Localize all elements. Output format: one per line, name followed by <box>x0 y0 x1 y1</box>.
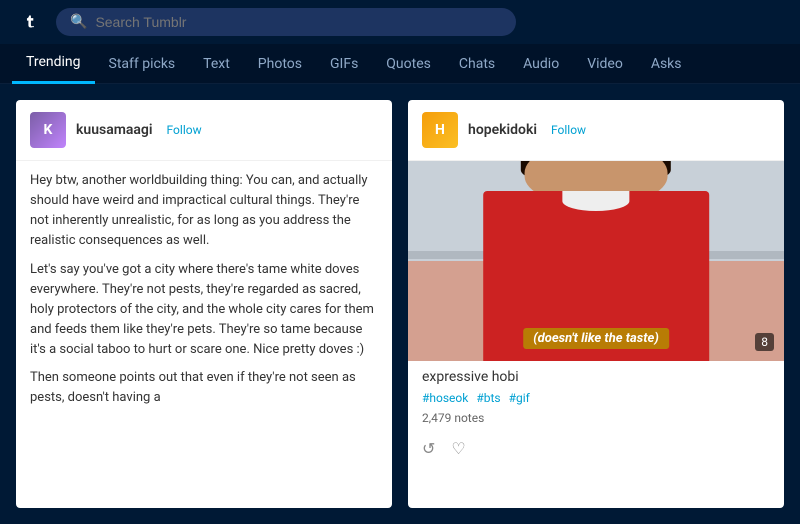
nav-item-gifs[interactable]: GIFs <box>316 44 372 84</box>
avatar-hopekidoki: H <box>422 112 458 148</box>
nav-item-trending[interactable]: Trending <box>12 44 95 84</box>
tag-bts[interactable]: #bts <box>476 391 500 405</box>
tumblr-logo[interactable] <box>16 8 44 36</box>
post-paragraph-2: Let's say you've got a city where there'… <box>30 260 378 361</box>
content-area: K kuusamaagi Follow Hey btw, another wor… <box>0 84 800 524</box>
card-header-right: H hopekidoki Follow <box>408 100 784 161</box>
username-left[interactable]: kuusamaagi <box>76 122 153 138</box>
card-header-left: K kuusamaagi Follow <box>16 100 392 161</box>
nav-item-text[interactable]: Text <box>189 44 244 84</box>
post-card-left: K kuusamaagi Follow Hey btw, another wor… <box>16 100 392 508</box>
post-paragraph-3: Then someone points out that even if the… <box>30 368 378 408</box>
tags-container: #hoseok #bts #gif <box>422 391 770 405</box>
post-title-right: expressive hobi <box>422 369 770 385</box>
nav-bar: Trending Staff picks Text Photos GIFs Qu… <box>0 44 800 84</box>
post-card-right: H hopekidoki Follow (doesn't like the ta… <box>408 100 784 508</box>
nav-item-asks[interactable]: Asks <box>637 44 696 84</box>
avatar-kuusamaagi: K <box>30 112 66 148</box>
card-actions-right: ↺ ♡ <box>408 435 784 468</box>
like-button[interactable]: ♡ <box>451 439 465 458</box>
search-bar[interactable]: 🔍 <box>56 8 516 36</box>
post-image-right: (doesn't like the taste) 8 <box>408 161 784 361</box>
search-icon: 🔍 <box>70 14 87 30</box>
nav-item-quotes[interactable]: Quotes <box>372 44 445 84</box>
search-input[interactable] <box>95 14 502 30</box>
nav-item-audio[interactable]: Audio <box>509 44 573 84</box>
nav-item-staffpicks[interactable]: Staff picks <box>95 44 190 84</box>
image-caption: (doesn't like the taste) <box>523 328 669 349</box>
tag-hoseok[interactable]: #hoseok <box>422 391 468 405</box>
post-paragraph-1: Hey btw, another worldbuilding thing: Yo… <box>30 171 378 252</box>
header: 🔍 <box>0 0 800 44</box>
follow-button-left[interactable]: Follow <box>167 123 202 137</box>
image-badge: 8 <box>755 333 774 351</box>
reblog-button[interactable]: ↺ <box>422 439 435 458</box>
tag-gif[interactable]: #gif <box>509 391 530 405</box>
nav-item-chats[interactable]: Chats <box>445 44 509 84</box>
username-right[interactable]: hopekidoki <box>468 122 537 138</box>
nav-item-photos[interactable]: Photos <box>244 44 316 84</box>
post-body-left: Hey btw, another worldbuilding thing: Yo… <box>16 161 392 427</box>
follow-button-right[interactable]: Follow <box>551 123 586 137</box>
nav-item-video[interactable]: Video <box>573 44 637 84</box>
notes-count: 2,479 notes <box>422 411 770 425</box>
card-meta-right: expressive hobi #hoseok #bts #gif 2,479 … <box>408 361 784 435</box>
